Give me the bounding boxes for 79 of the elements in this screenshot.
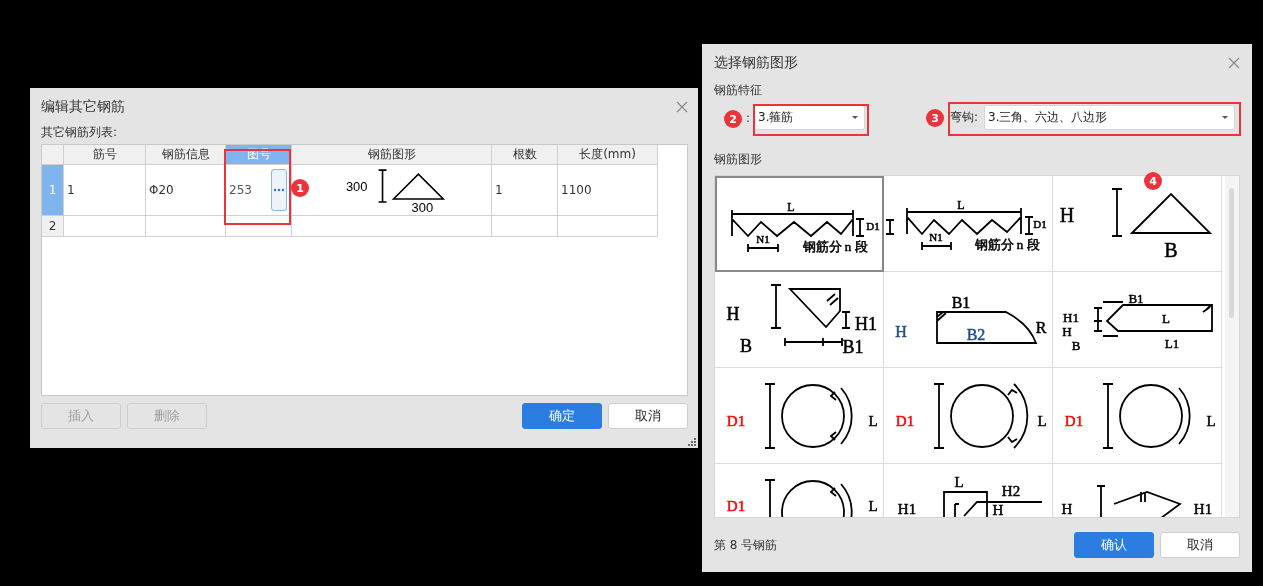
dimension-label: 300 <box>411 199 434 215</box>
dimension-label: L1 <box>1164 336 1180 352</box>
field-label: 弯钩: <box>950 109 980 127</box>
dimension-label: R <box>1035 319 1047 336</box>
shape-option[interactable]: L D1 N1 钢筋分 n 段 <box>715 176 884 273</box>
dimension-label: L <box>868 498 878 515</box>
dimension-label: H1 <box>1193 501 1213 518</box>
shape-option[interactable]: B1 H1 H B L L1 <box>1053 272 1222 369</box>
dimension-label: D1 <box>895 413 915 430</box>
dimension-label: L <box>954 474 964 491</box>
dimension-label: L <box>868 413 878 430</box>
table-cell: Φ20 <box>149 183 174 197</box>
type-dropdown[interactable]: 3.箍筋 <box>754 105 865 131</box>
dimension-label: H1 <box>855 314 877 335</box>
shape-option[interactable]: D1 L <box>715 368 884 465</box>
window-title: 编辑其它钢筋 <box>41 98 125 116</box>
table-cell: 1 <box>495 183 503 197</box>
dimension-label: D1 <box>726 413 746 430</box>
dimension-label: H1 <box>897 501 917 518</box>
dimension-label: B1 <box>842 337 864 358</box>
dimension-label: L <box>957 198 965 213</box>
shape-option[interactable]: D1 L <box>884 368 1053 465</box>
resize-grip-icon[interactable] <box>688 438 696 446</box>
dimension-label: H <box>895 323 907 340</box>
dimension-label: B <box>740 336 752 357</box>
triangle-rebar-drawing <box>377 168 445 203</box>
dimension-label: H <box>1059 203 1075 226</box>
dimension-label: H <box>726 304 740 325</box>
column-header[interactable]: 筋号 <box>64 145 146 165</box>
hook-dropdown[interactable]: 3.三角、六边、八边形 <box>984 105 1235 131</box>
dimension-label: B <box>1164 238 1178 261</box>
dimension-label: D1 <box>726 498 746 515</box>
column-header[interactable]: 钢筋信息 <box>146 145 226 165</box>
window-title: 选择钢筋图形 <box>714 53 798 72</box>
shape-option[interactable]: H B H1 B1 <box>715 272 884 369</box>
dimension-label: N1 <box>756 232 770 245</box>
column-header[interactable]: 长度(mm) <box>558 145 658 165</box>
close-icon[interactable] <box>1228 56 1240 69</box>
close-icon[interactable] <box>676 101 688 113</box>
dimension-label: H <box>1062 324 1072 340</box>
shape-option[interactable]: L D1 N1 钢筋分 n 段 <box>884 176 1053 273</box>
row-number[interactable]: 2 <box>42 216 64 237</box>
dimension-label: N1 <box>929 230 943 243</box>
dimension-label: L <box>1162 311 1170 327</box>
dimension-label: D1 <box>1064 413 1084 430</box>
section-label: 钢筋特征 <box>714 81 763 99</box>
dimension-label: D1 <box>1033 217 1047 230</box>
table-cell: 1100 <box>561 183 592 197</box>
status-text: 第 8 号钢筋 <box>714 536 778 554</box>
dimension-label: 钢筋分 n 段 <box>974 237 1040 253</box>
dimension-label: H2 <box>1001 483 1021 500</box>
more-icon <box>273 188 285 192</box>
dimension-label: B1 <box>1128 291 1144 307</box>
dimension-label: H <box>1061 501 1073 518</box>
dimension-label: L <box>787 200 795 215</box>
dimension-label: B2 <box>966 326 986 343</box>
dimension-label: L <box>1037 413 1047 430</box>
field-label: : <box>746 110 752 125</box>
column-header[interactable]: 钢筋图形 <box>292 145 492 165</box>
dimension-label: H1 <box>1063 310 1079 326</box>
action-button[interactable]: 取消 <box>608 403 688 429</box>
dimension-label: D1 <box>866 219 880 232</box>
dimension-label: B1 <box>951 294 971 311</box>
confirm-button[interactable]: 确定 <box>522 403 602 429</box>
dimension-label: 钢筋分 n 段 <box>802 239 868 255</box>
browse-button[interactable] <box>271 169 287 211</box>
dimension-label: L <box>1206 413 1216 430</box>
figure-number-value: 253 <box>229 183 252 197</box>
shape-option[interactable]: B1 H B2 R <box>884 272 1053 369</box>
dimension-label: H <box>992 502 1004 518</box>
list-label: 其它钢筋列表: <box>41 124 119 141</box>
section-label: 钢筋图形 <box>714 151 763 169</box>
dimension-label: B <box>1071 338 1081 354</box>
column-header[interactable]: 根数 <box>492 145 558 165</box>
dimension-label: 300 <box>345 178 368 194</box>
shape-option[interactable]: D1 L <box>1053 368 1222 465</box>
confirm-button[interactable]: 确认 <box>1074 532 1154 559</box>
table-cell: 1 <box>67 183 75 197</box>
cancel-button[interactable]: 取消 <box>1160 532 1240 559</box>
